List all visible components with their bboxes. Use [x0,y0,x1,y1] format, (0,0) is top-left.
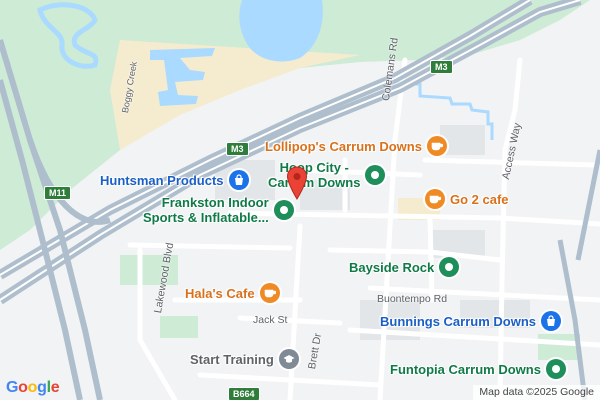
poi-funtopia[interactable]: Funtopia Carrum Downs [390,359,566,379]
map-canvas[interactable]: M3 M3 M11 B664 Colemans Rd Access Way Bo… [0,0,600,400]
map-attribution[interactable]: Map data ©2025 Google [473,385,600,400]
poi-label: Hala's Cafe [185,285,255,301]
poi-huntsman[interactable]: Huntsman Products [100,170,249,190]
poi-halas-cafe[interactable]: Hala's Cafe [185,283,280,303]
park-south [160,316,198,338]
leisure-icon [365,165,386,185]
shopping-bag-icon [228,170,249,190]
street-jack-st: Jack St [253,314,288,326]
frankston-road [557,149,600,400]
poi-label: Lollipop's Carrum Downs [265,138,422,154]
poi-label: Hoop City - Carrum Downs [268,160,361,190]
poi-label: Funtopia Carrum Downs [390,361,541,377]
poi-bayside-rock[interactable]: Bayside Rock [349,257,460,277]
cafe-icon [426,136,447,156]
poi-label: Bayside Rock [349,259,435,275]
poi-label: Frankston Indoor Sports & Inflatable... [143,195,269,225]
m11-shield: M11 [44,186,72,200]
leisure-icon [545,359,566,379]
poi-go2cafe[interactable]: Go 2 cafe [425,189,509,209]
park-funtopia [538,334,580,360]
b664-shield: B664 [228,387,260,400]
m3-shield-mid: M3 [226,142,249,156]
poi-label: Bunnings Carrum Downs [380,313,537,329]
sand-area [110,40,360,150]
leisure-icon [439,257,460,277]
m3-shield-top: M3 [430,60,453,74]
building-blocks [215,125,530,340]
poi-label: Start Training [190,351,274,367]
cafe-icon [259,283,280,303]
poi-bunnings[interactable]: Bunnings Carrum Downs [380,311,562,331]
poi-label: Huntsman Products [100,172,224,188]
red-map-pin-icon[interactable] [286,166,308,205]
poi-label: Go 2 cafe [450,191,509,207]
poi-frankston-indoor[interactable]: Frankston Indoor Sports & Inflatable... [143,195,294,225]
poi-lollipops[interactable]: Lollipop's Carrum Downs [265,136,447,156]
street-buontempo-rd: Buontempo Rd [377,293,448,305]
google-logo[interactable]: Google [6,379,60,397]
shopping-bag-icon [541,311,562,331]
school-icon [278,349,299,369]
poi-start-training[interactable]: Start Training [190,349,299,369]
cafe-icon [425,189,445,209]
